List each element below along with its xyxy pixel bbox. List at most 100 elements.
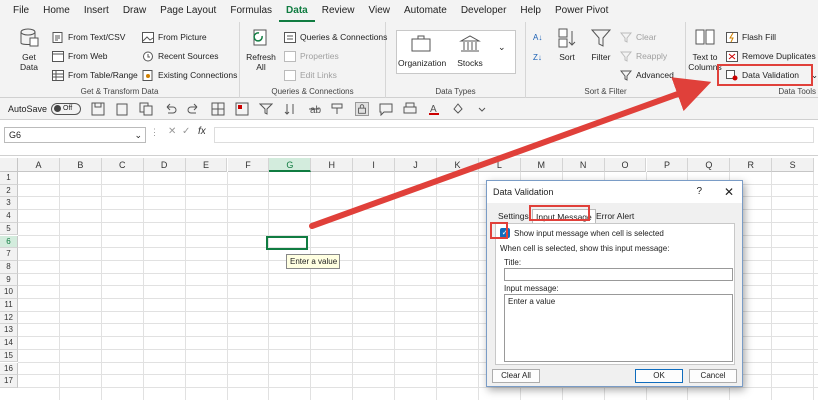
- edit-links-button[interactable]: Edit Links: [284, 68, 337, 82]
- row-header[interactable]: 12: [0, 311, 18, 325]
- recent-sources-button[interactable]: Recent Sources: [142, 49, 218, 63]
- close-icon[interactable]: ✕: [724, 181, 734, 203]
- clear-all-button[interactable]: Clear All: [492, 369, 540, 383]
- formula-input[interactable]: [214, 127, 814, 143]
- row-header[interactable]: 11: [0, 299, 18, 312]
- cancel-button[interactable]: Cancel: [689, 369, 737, 383]
- tab-draw[interactable]: Draw: [116, 0, 153, 22]
- row-header[interactable]: 6: [0, 235, 18, 249]
- tab-view[interactable]: View: [362, 0, 398, 22]
- refresh-all-button[interactable]: Refresh All: [244, 28, 278, 72]
- row-header[interactable]: 1: [0, 172, 18, 185]
- stocks-button[interactable]: Stocks: [450, 34, 490, 68]
- title-input[interactable]: [504, 268, 733, 281]
- reapply-button[interactable]: Reapply: [620, 49, 667, 63]
- redo-icon[interactable]: [187, 102, 201, 116]
- conditional-format-icon[interactable]: [235, 102, 249, 116]
- input-message-textarea[interactable]: Enter a value: [504, 294, 733, 362]
- row-header[interactable]: 2: [0, 184, 18, 198]
- existing-connections-button[interactable]: Existing Connections: [142, 68, 237, 82]
- autosave-toggle[interactable]: Off: [51, 102, 82, 115]
- chevron-down-icon[interactable]: ⌄: [134, 128, 142, 142]
- select-all-corner[interactable]: [0, 158, 18, 172]
- properties-button[interactable]: Properties: [284, 49, 339, 63]
- ok-button[interactable]: OK: [635, 369, 683, 383]
- column-header[interactable]: J: [395, 158, 437, 172]
- tab-insert[interactable]: Insert: [77, 0, 116, 22]
- column-header[interactable]: O: [604, 158, 647, 172]
- copy-icon[interactable]: [139, 102, 153, 116]
- tab-power-pivot[interactable]: Power Pivot: [548, 0, 615, 22]
- selected-cell-g6[interactable]: [266, 236, 308, 250]
- tab-settings[interactable]: Settings: [495, 209, 532, 223]
- row-header[interactable]: 8: [0, 260, 18, 274]
- column-header[interactable]: G: [269, 158, 312, 172]
- column-header[interactable]: E: [185, 158, 228, 172]
- row-header[interactable]: 7: [0, 248, 18, 261]
- column-header[interactable]: I: [353, 158, 396, 172]
- row-header[interactable]: 4: [0, 210, 18, 223]
- row-header[interactable]: 9: [0, 273, 18, 287]
- borders-icon[interactable]: [211, 102, 225, 116]
- sort-button[interactable]: Sort: [552, 28, 582, 62]
- filter-button[interactable]: Filter: [586, 28, 616, 62]
- tab-help[interactable]: Help: [513, 0, 548, 22]
- column-header[interactable]: P: [646, 158, 689, 172]
- filter-small-icon[interactable]: [259, 102, 274, 116]
- column-header[interactable]: N: [562, 158, 605, 172]
- column-header[interactable]: S: [772, 158, 815, 172]
- paste-icon[interactable]: [115, 102, 129, 116]
- row-header[interactable]: 13: [0, 324, 18, 338]
- comment-icon[interactable]: [379, 102, 393, 116]
- column-header[interactable]: H: [311, 158, 354, 172]
- undo-icon[interactable]: [163, 102, 177, 116]
- customize-toolbar-icon[interactable]: [475, 102, 489, 116]
- tab-data[interactable]: Data: [279, 0, 315, 22]
- tab-page-layout[interactable]: Page Layout: [153, 0, 223, 22]
- from-table-range-button[interactable]: From Table/Range: [52, 68, 138, 82]
- row-header[interactable]: 16: [0, 362, 18, 376]
- name-box[interactable]: G6 ⌄: [4, 127, 146, 143]
- help-icon[interactable]: ?: [696, 181, 702, 203]
- column-header[interactable]: M: [520, 158, 563, 172]
- column-header[interactable]: D: [143, 158, 186, 172]
- queries-connections-button[interactable]: Queries & Connections: [284, 30, 387, 44]
- column-header[interactable]: K: [437, 158, 479, 172]
- row-header[interactable]: 3: [0, 197, 18, 211]
- column-header[interactable]: B: [59, 158, 102, 172]
- lock-icon[interactable]: [355, 101, 370, 116]
- flash-fill-button[interactable]: Flash Fill: [726, 30, 776, 44]
- column-header[interactable]: R: [730, 158, 773, 172]
- font-color-icon[interactable]: A: [427, 102, 441, 116]
- format-painter-icon[interactable]: [331, 102, 345, 116]
- tab-file[interactable]: File: [6, 0, 36, 22]
- row-header[interactable]: 15: [0, 349, 18, 363]
- tab-formulas[interactable]: Formulas: [223, 0, 279, 22]
- sort-small-icon[interactable]: [283, 102, 297, 116]
- organization-button[interactable]: Organization: [398, 34, 446, 68]
- get-data-button[interactable]: Get Data: [14, 28, 44, 72]
- gallery-expand-icon[interactable]: ⌄: [498, 42, 506, 53]
- tab-automate[interactable]: Automate: [397, 0, 454, 22]
- cancel-entry-icon[interactable]: ✕: [168, 126, 176, 137]
- row-header[interactable]: 17: [0, 375, 18, 388]
- strikethrough-icon[interactable]: ab: [307, 102, 321, 116]
- tab-error-alert[interactable]: Error Alert: [593, 209, 637, 223]
- from-web-button[interactable]: From Web: [52, 49, 108, 63]
- column-header[interactable]: A: [18, 158, 60, 172]
- row-header[interactable]: 14: [0, 337, 18, 350]
- fill-color-icon[interactable]: [451, 102, 465, 116]
- row-header[interactable]: 10: [0, 286, 18, 299]
- tab-review[interactable]: Review: [315, 0, 362, 22]
- from-text-csv-button[interactable]: From Text/CSV: [52, 30, 125, 44]
- column-header[interactable]: L: [478, 158, 521, 172]
- column-header[interactable]: Q: [688, 158, 731, 172]
- row-header[interactable]: 5: [0, 222, 18, 236]
- tab-developer[interactable]: Developer: [454, 0, 514, 22]
- advanced-button[interactable]: Advanced: [620, 68, 674, 82]
- from-picture-button[interactable]: From Picture: [142, 30, 207, 44]
- column-header[interactable]: C: [101, 158, 144, 172]
- insert-function-icon[interactable]: fx: [198, 126, 206, 137]
- column-header[interactable]: F: [227, 158, 270, 172]
- confirm-entry-icon[interactable]: ✓: [182, 126, 190, 137]
